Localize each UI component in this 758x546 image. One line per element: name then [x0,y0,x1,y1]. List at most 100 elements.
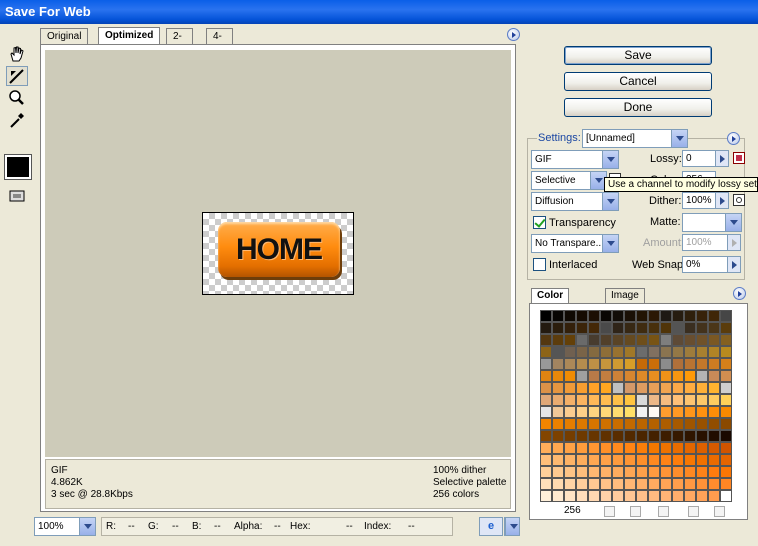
color-swatch[interactable] [684,418,696,430]
color-swatch[interactable] [684,370,696,382]
color-swatch[interactable] [552,490,564,502]
color-swatch[interactable] [672,418,684,430]
color-swatch[interactable] [684,382,696,394]
color-swatch[interactable] [672,442,684,454]
color-swatch[interactable] [600,406,612,418]
color-swatch[interactable] [672,334,684,346]
preview-area[interactable]: HOME [45,50,511,457]
color-swatch[interactable] [660,442,672,454]
color-swatch[interactable] [612,394,624,406]
color-swatch[interactable] [564,454,576,466]
color-table-menu-icon[interactable] [733,287,746,300]
color-swatch[interactable] [720,334,732,346]
color-swatch[interactable] [660,310,672,322]
color-swatch[interactable] [720,430,732,442]
zoom-select[interactable]: 100% [34,517,96,536]
transparency-checkbox[interactable] [533,216,546,229]
color-swatch[interactable] [564,406,576,418]
color-swatch[interactable] [648,454,660,466]
color-swatch[interactable] [708,370,720,382]
dither-stepper[interactable] [715,192,729,209]
color-swatch[interactable] [552,322,564,334]
color-swatch[interactable] [648,346,660,358]
settings-menu-icon[interactable] [727,132,740,145]
color-swatch[interactable] [648,418,660,430]
toggle-slices-visibility-icon[interactable] [6,186,28,206]
color-swatch[interactable] [540,490,552,502]
color-swatch[interactable] [672,430,684,442]
color-swatch[interactable] [648,370,660,382]
color-swatch[interactable] [552,394,564,406]
color-swatch[interactable] [624,346,636,358]
chevron-down-icon[interactable] [79,518,95,535]
color-swatch[interactable] [576,394,588,406]
color-swatch[interactable] [552,358,564,370]
color-swatch[interactable] [684,406,696,418]
format-select[interactable]: GIF [531,150,619,169]
color-swatch[interactable] [720,370,732,382]
color-swatch[interactable] [588,382,600,394]
color-swatch[interactable] [684,346,696,358]
hand-tool-icon[interactable] [6,44,28,64]
color-swatch[interactable] [600,310,612,322]
zoom-tool-icon[interactable] [6,88,28,108]
color-swatch[interactable] [696,418,708,430]
transparency-dither-select[interactable]: No Transpare... [531,234,619,253]
amount-stepper[interactable] [727,234,741,251]
color-swatch[interactable] [588,310,600,322]
color-swatch[interactable] [612,478,624,490]
optimized-image[interactable]: HOME [202,212,354,295]
color-swatch[interactable] [612,406,624,418]
color-swatch[interactable] [564,430,576,442]
color-swatch[interactable] [648,478,660,490]
color-swatch[interactable] [660,322,672,334]
color-swatch[interactable] [612,430,624,442]
dither-algorithm-select[interactable]: Diffusion [531,192,619,211]
new-color-icon[interactable] [688,506,699,517]
color-swatch[interactable] [612,358,624,370]
color-swatch[interactable] [672,478,684,490]
color-swatch[interactable] [708,466,720,478]
color-swatch[interactable] [720,478,732,490]
color-swatch[interactable] [564,490,576,502]
color-swatch[interactable] [720,454,732,466]
color-swatch[interactable] [720,382,732,394]
color-swatch[interactable] [588,394,600,406]
color-swatch[interactable] [588,346,600,358]
color-swatch[interactable] [636,466,648,478]
color-swatch[interactable] [660,430,672,442]
color-swatch[interactable] [660,454,672,466]
color-swatch[interactable] [576,418,588,430]
color-swatch[interactable] [624,454,636,466]
color-swatch[interactable] [612,490,624,502]
color-swatch[interactable] [708,334,720,346]
color-swatch[interactable] [624,466,636,478]
color-swatch[interactable] [636,406,648,418]
color-swatch[interactable] [636,418,648,430]
done-button[interactable]: Done [564,98,712,117]
color-swatch[interactable] [540,394,552,406]
color-swatch[interactable] [552,310,564,322]
color-swatch[interactable] [648,406,660,418]
color-swatch[interactable] [600,418,612,430]
color-swatch[interactable] [648,394,660,406]
color-swatch[interactable] [540,334,552,346]
color-swatch[interactable] [588,430,600,442]
tab-original[interactable]: Original [40,28,89,44]
color-swatch[interactable] [540,310,552,322]
color-swatch[interactable] [600,478,612,490]
color-swatch[interactable] [684,430,696,442]
color-swatch[interactable] [540,418,552,430]
color-swatch[interactable] [612,454,624,466]
color-swatch[interactable] [624,358,636,370]
color-swatch[interactable] [684,490,696,502]
color-swatch[interactable] [612,322,624,334]
color-swatch[interactable] [588,466,600,478]
color-swatch[interactable] [696,334,708,346]
color-swatch[interactable] [600,394,612,406]
color-swatch[interactable] [600,358,612,370]
color-swatch[interactable] [564,322,576,334]
matte-select[interactable] [682,213,742,232]
chevron-down-icon[interactable] [505,518,519,535]
color-swatch[interactable] [576,334,588,346]
